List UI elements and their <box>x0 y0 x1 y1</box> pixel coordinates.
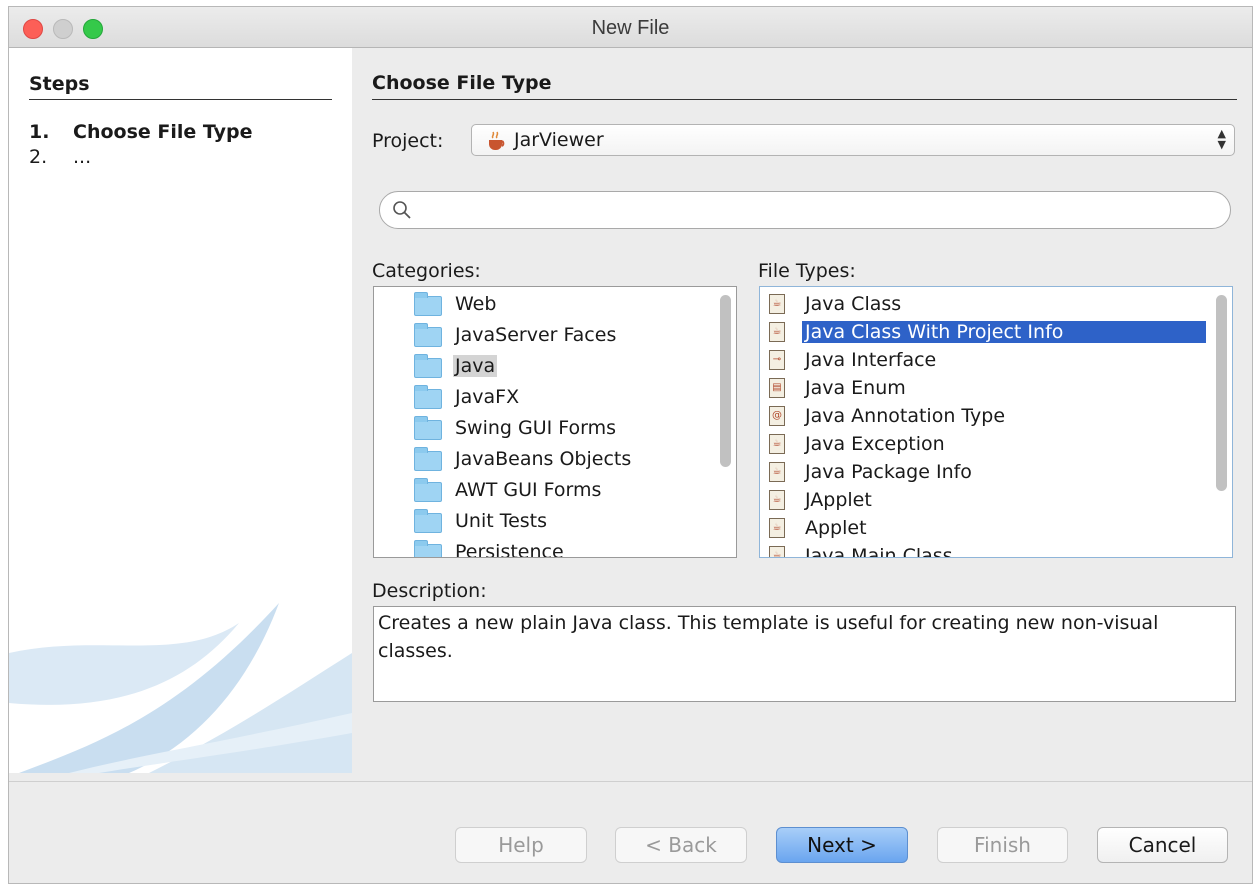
java-cup-icon <box>489 131 505 150</box>
category-item-awt-gui-forms[interactable]: AWT GUI Forms <box>374 477 710 505</box>
category-label: AWT GUI Forms <box>455 479 602 501</box>
steps-panel: Steps 1. Choose File Type 2.... <box>9 48 352 773</box>
step-number: 2. <box>29 146 48 168</box>
category-label: JavaBeans Objects <box>455 448 632 470</box>
category-item-java[interactable]: Java <box>374 353 710 381</box>
netbeans-swoosh-graphic <box>9 603 352 773</box>
project-combobox[interactable]: JarViewer ▲ ▼ <box>471 124 1235 156</box>
java-file-icon: ☕ <box>769 518 785 538</box>
next-button[interactable]: Next > <box>776 827 908 863</box>
file-type-label: Applet <box>805 517 867 539</box>
search-field[interactable] <box>379 191 1231 229</box>
folder-icon <box>414 323 442 347</box>
file-type-item-applet[interactable]: ☕ Applet <box>760 515 1206 543</box>
category-item-javabeans-objects[interactable]: JavaBeans Objects <box>374 446 710 474</box>
folder-icon <box>414 416 442 440</box>
file-type-item-java-class-with-project-info[interactable]: ☕ Java Class With Project Info <box>760 319 1206 347</box>
title-bar: New File <box>9 7 1252 48</box>
file-type-label: Java Main Class <box>805 545 953 558</box>
file-type-item-java-package-info[interactable]: ☕ Java Package Info <box>760 459 1206 487</box>
file-type-label: Java Class <box>805 293 902 315</box>
window-title: New File <box>591 17 670 39</box>
file-type-label: Java Package Info <box>805 461 972 483</box>
folder-icon <box>414 354 442 378</box>
file-type-label: Java Class With Project Info <box>802 321 1206 343</box>
new-file-dialog: New File Steps 1. Choose File Type 2.... … <box>8 6 1253 884</box>
categories-scrollbar[interactable] <box>720 295 731 467</box>
category-label: JavaFX <box>455 386 520 408</box>
folder-icon <box>414 509 442 533</box>
folder-icon <box>414 292 442 316</box>
file-types-label: File Types: <box>758 260 856 282</box>
finish-button[interactable]: Finish <box>937 827 1068 863</box>
folder-icon <box>414 540 442 557</box>
file-type-label: Java Annotation Type <box>805 405 1006 427</box>
category-label: Java <box>453 355 498 377</box>
java-file-icon: ☕ <box>769 462 785 482</box>
steps-heading: Steps <box>29 73 332 100</box>
category-item-javaserver-faces[interactable]: JavaServer Faces <box>374 322 710 350</box>
file-type-label: Java Exception <box>805 433 945 455</box>
category-label: Swing GUI Forms <box>455 417 617 439</box>
category-label: Persistence <box>455 541 564 558</box>
categories-list[interactable]: Web JavaServer Faces Java JavaFX Swing G… <box>373 286 737 558</box>
java-file-icon: ☕ <box>769 490 785 510</box>
categories-label: Categories: <box>372 260 481 282</box>
back-button[interactable]: < Back <box>615 827 747 863</box>
search-icon <box>393 201 411 219</box>
category-label: Unit Tests <box>455 510 548 532</box>
folder-icon <box>414 447 442 471</box>
category-item-swing-gui-forms[interactable]: Swing GUI Forms <box>374 415 710 443</box>
project-label: Project: <box>372 130 444 152</box>
step-label: Choose File Type <box>73 121 253 143</box>
category-item-javafx[interactable]: JavaFX <box>374 384 710 412</box>
file-type-label: Java Enum <box>805 377 906 399</box>
file-type-item-java-exception[interactable]: ☕ Java Exception <box>760 431 1206 459</box>
help-button[interactable]: Help <box>455 827 587 863</box>
description-text: Creates a new plain Java class. This tem… <box>373 606 1236 702</box>
description-label: Description: <box>372 580 487 602</box>
category-item-web[interactable]: Web <box>374 291 710 319</box>
up-down-arrows-icon: ▲ ▼ <box>1217 127 1226 151</box>
file-type-item-japplet[interactable]: ☕ JApplet <box>760 487 1206 515</box>
cancel-button[interactable]: Cancel <box>1097 827 1228 863</box>
file-type-label: JApplet <box>805 489 872 511</box>
java-file-icon: ☕ <box>769 294 785 314</box>
enum-file-icon: ▤ <box>769 378 785 398</box>
interface-file-icon: ⊸ <box>769 350 785 370</box>
annotation-file-icon: @ <box>769 406 785 426</box>
footer-divider <box>9 781 1252 782</box>
file-type-item-java-interface[interactable]: ⊸ Java Interface <box>760 347 1206 375</box>
category-label: Web <box>455 293 497 315</box>
step-item-1: 1. Choose File Type <box>29 121 252 143</box>
file-type-item-java-main-class[interactable]: ☕ Java Main Class <box>760 543 1206 558</box>
file-type-item-java-annotation-type[interactable]: @ Java Annotation Type <box>760 403 1206 431</box>
step-number: 1. <box>29 121 50 143</box>
category-item-persistence[interactable]: Persistence <box>374 539 710 558</box>
file-type-item-java-enum[interactable]: ▤ Java Enum <box>760 375 1206 403</box>
folder-icon <box>414 478 442 502</box>
category-item-unit-tests[interactable]: Unit Tests <box>374 508 710 536</box>
step-item-2: 2.... <box>29 146 91 168</box>
file-type-item-java-class[interactable]: ☕ Java Class <box>760 291 1206 319</box>
java-file-icon: ☕ <box>769 434 785 454</box>
main-class-file-icon: ☕ <box>769 546 785 557</box>
section-heading: Choose File Type <box>372 72 1237 100</box>
file-types-list[interactable]: ☕ Java Class ☕ Java Class With Project Inf… <box>759 286 1233 558</box>
category-label: JavaServer Faces <box>455 324 617 346</box>
file-types-scrollbar[interactable] <box>1216 295 1227 491</box>
file-type-label: Java Interface <box>805 349 937 371</box>
java-file-icon: ☕ <box>769 322 785 342</box>
step-label: ... <box>73 146 92 168</box>
folder-icon <box>414 385 442 409</box>
project-value: JarViewer <box>514 129 604 151</box>
